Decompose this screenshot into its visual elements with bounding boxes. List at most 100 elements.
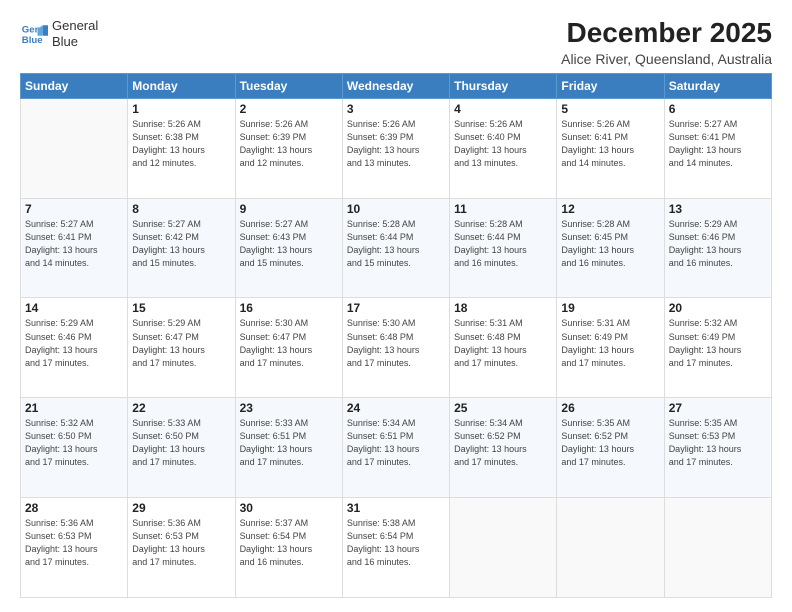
day-info: Sunrise: 5:26 AM Sunset: 6:39 PM Dayligh… (347, 118, 445, 170)
day-info: Sunrise: 5:29 AM Sunset: 6:46 PM Dayligh… (25, 317, 123, 369)
calendar-week-row: 7 Sunrise: 5:27 AM Sunset: 6:41 PM Daylig… (21, 198, 772, 298)
day-number: 12 (561, 202, 659, 216)
day-number: 16 (240, 301, 338, 315)
calendar-cell: 22 Sunrise: 5:33 AM Sunset: 6:50 PM Dayli… (128, 398, 235, 498)
day-info: Sunrise: 5:36 AM Sunset: 6:53 PM Dayligh… (132, 517, 230, 569)
day-info: Sunrise: 5:33 AM Sunset: 6:51 PM Dayligh… (240, 417, 338, 469)
logo-icon: General Blue (20, 20, 48, 48)
day-info: Sunrise: 5:26 AM Sunset: 6:39 PM Dayligh… (240, 118, 338, 170)
calendar-cell: 2 Sunrise: 5:26 AM Sunset: 6:39 PM Daylig… (235, 98, 342, 198)
day-info: Sunrise: 5:30 AM Sunset: 6:48 PM Dayligh… (347, 317, 445, 369)
day-info: Sunrise: 5:38 AM Sunset: 6:54 PM Dayligh… (347, 517, 445, 569)
weekday-header-sunday: Sunday (21, 73, 128, 98)
calendar-cell: 11 Sunrise: 5:28 AM Sunset: 6:44 PM Dayli… (450, 198, 557, 298)
calendar-cell: 20Sunrise: 5:32 AM Sunset: 6:49 PM Dayli… (664, 298, 771, 398)
calendar-week-row: 21Sunrise: 5:32 AM Sunset: 6:50 PM Dayli… (21, 398, 772, 498)
day-info: Sunrise: 5:36 AM Sunset: 6:53 PM Dayligh… (25, 517, 123, 569)
day-number: 31 (347, 501, 445, 515)
day-info: Sunrise: 5:26 AM Sunset: 6:41 PM Dayligh… (561, 118, 659, 170)
calendar-cell (664, 498, 771, 598)
day-number: 28 (25, 501, 123, 515)
logo: General Blue General Blue (20, 18, 98, 49)
calendar-cell: 5 Sunrise: 5:26 AM Sunset: 6:41 PM Daylig… (557, 98, 664, 198)
day-number: 24 (347, 401, 445, 415)
day-info: Sunrise: 5:34 AM Sunset: 6:51 PM Dayligh… (347, 417, 445, 469)
page-header: General Blue General Blue December 2025 … (20, 18, 772, 67)
day-number: 11 (454, 202, 552, 216)
weekday-header-wednesday: Wednesday (342, 73, 449, 98)
calendar-cell: 13 Sunrise: 5:29 AM Sunset: 6:46 PM Dayli… (664, 198, 771, 298)
day-number: 2 (240, 102, 338, 116)
day-info: Sunrise: 5:29 AM Sunset: 6:47 PM Dayligh… (132, 317, 230, 369)
calendar-cell: 30 Sunrise: 5:37 AM Sunset: 6:54 PM Dayli… (235, 498, 342, 598)
calendar-cell: 27 Sunrise: 5:35 AM Sunset: 6:53 PM Dayli… (664, 398, 771, 498)
svg-text:Blue: Blue (22, 34, 43, 45)
weekday-header-row: SundayMondayTuesdayWednesdayThursdayFrid… (21, 73, 772, 98)
day-number: 19 (561, 301, 659, 315)
weekday-header-saturday: Saturday (664, 73, 771, 98)
page-title: December 2025 (561, 18, 772, 49)
day-number: 7 (25, 202, 123, 216)
day-info: Sunrise: 5:35 AM Sunset: 6:52 PM Dayligh… (561, 417, 659, 469)
day-info: Sunrise: 5:37 AM Sunset: 6:54 PM Dayligh… (240, 517, 338, 569)
calendar-week-row: 14 Sunrise: 5:29 AM Sunset: 6:46 PM Dayli… (21, 298, 772, 398)
calendar-cell: 25Sunrise: 5:34 AM Sunset: 6:52 PM Dayli… (450, 398, 557, 498)
calendar-cell: 1Sunrise: 5:26 AM Sunset: 6:38 PM Daylig… (128, 98, 235, 198)
day-info: Sunrise: 5:26 AM Sunset: 6:40 PM Dayligh… (454, 118, 552, 170)
day-info: Sunrise: 5:32 AM Sunset: 6:49 PM Dayligh… (669, 317, 767, 369)
day-number: 23 (240, 401, 338, 415)
day-number: 29 (132, 501, 230, 515)
calendar-cell: 19Sunrise: 5:31 AM Sunset: 6:49 PM Dayli… (557, 298, 664, 398)
calendar-cell: 4 Sunrise: 5:26 AM Sunset: 6:40 PM Daylig… (450, 98, 557, 198)
weekday-header-tuesday: Tuesday (235, 73, 342, 98)
calendar-cell (21, 98, 128, 198)
day-number: 17 (347, 301, 445, 315)
calendar-cell: 9Sunrise: 5:27 AM Sunset: 6:43 PM Daylig… (235, 198, 342, 298)
day-info: Sunrise: 5:27 AM Sunset: 6:41 PM Dayligh… (25, 218, 123, 270)
day-info: Sunrise: 5:32 AM Sunset: 6:50 PM Dayligh… (25, 417, 123, 469)
calendar-cell: 3 Sunrise: 5:26 AM Sunset: 6:39 PM Daylig… (342, 98, 449, 198)
day-info: Sunrise: 5:33 AM Sunset: 6:50 PM Dayligh… (132, 417, 230, 469)
day-number: 6 (669, 102, 767, 116)
calendar-cell: 6Sunrise: 5:27 AM Sunset: 6:41 PM Daylig… (664, 98, 771, 198)
day-number: 30 (240, 501, 338, 515)
calendar-cell: 28 Sunrise: 5:36 AM Sunset: 6:53 PM Dayli… (21, 498, 128, 598)
calendar-cell: 18Sunrise: 5:31 AM Sunset: 6:48 PM Dayli… (450, 298, 557, 398)
day-info: Sunrise: 5:28 AM Sunset: 6:44 PM Dayligh… (454, 218, 552, 270)
day-info: Sunrise: 5:34 AM Sunset: 6:52 PM Dayligh… (454, 417, 552, 469)
day-number: 26 (561, 401, 659, 415)
calendar-week-row: 28 Sunrise: 5:36 AM Sunset: 6:53 PM Dayli… (21, 498, 772, 598)
day-number: 4 (454, 102, 552, 116)
calendar-cell: 16 Sunrise: 5:30 AM Sunset: 6:47 PM Dayli… (235, 298, 342, 398)
weekday-header-thursday: Thursday (450, 73, 557, 98)
calendar-cell: 26 Sunrise: 5:35 AM Sunset: 6:52 PM Dayli… (557, 398, 664, 498)
calendar-cell: 8Sunrise: 5:27 AM Sunset: 6:42 PM Daylig… (128, 198, 235, 298)
page-subtitle: Alice River, Queensland, Australia (561, 51, 772, 67)
calendar-cell: 12 Sunrise: 5:28 AM Sunset: 6:45 PM Dayli… (557, 198, 664, 298)
calendar-cell (450, 498, 557, 598)
day-info: Sunrise: 5:30 AM Sunset: 6:47 PM Dayligh… (240, 317, 338, 369)
day-number: 14 (25, 301, 123, 315)
weekday-header-friday: Friday (557, 73, 664, 98)
calendar-cell: 29 Sunrise: 5:36 AM Sunset: 6:53 PM Dayli… (128, 498, 235, 598)
logo-text: General Blue (52, 18, 98, 49)
day-info: Sunrise: 5:35 AM Sunset: 6:53 PM Dayligh… (669, 417, 767, 469)
calendar-page: General Blue General Blue December 2025 … (0, 0, 792, 612)
calendar-cell: 15 Sunrise: 5:29 AM Sunset: 6:47 PM Dayli… (128, 298, 235, 398)
day-number: 9 (240, 202, 338, 216)
day-info: Sunrise: 5:27 AM Sunset: 6:42 PM Dayligh… (132, 218, 230, 270)
day-info: Sunrise: 5:28 AM Sunset: 6:45 PM Dayligh… (561, 218, 659, 270)
calendar-table: SundayMondayTuesdayWednesdayThursdayFrid… (20, 73, 772, 598)
day-number: 5 (561, 102, 659, 116)
day-number: 27 (669, 401, 767, 415)
calendar-cell: 24 Sunrise: 5:34 AM Sunset: 6:51 PM Dayli… (342, 398, 449, 498)
day-number: 3 (347, 102, 445, 116)
day-number: 1 (132, 102, 230, 116)
calendar-cell (557, 498, 664, 598)
calendar-cell: 17 Sunrise: 5:30 AM Sunset: 6:48 PM Dayli… (342, 298, 449, 398)
day-number: 13 (669, 202, 767, 216)
day-number: 22 (132, 401, 230, 415)
day-number: 18 (454, 301, 552, 315)
day-number: 15 (132, 301, 230, 315)
day-info: Sunrise: 5:29 AM Sunset: 6:46 PM Dayligh… (669, 218, 767, 270)
